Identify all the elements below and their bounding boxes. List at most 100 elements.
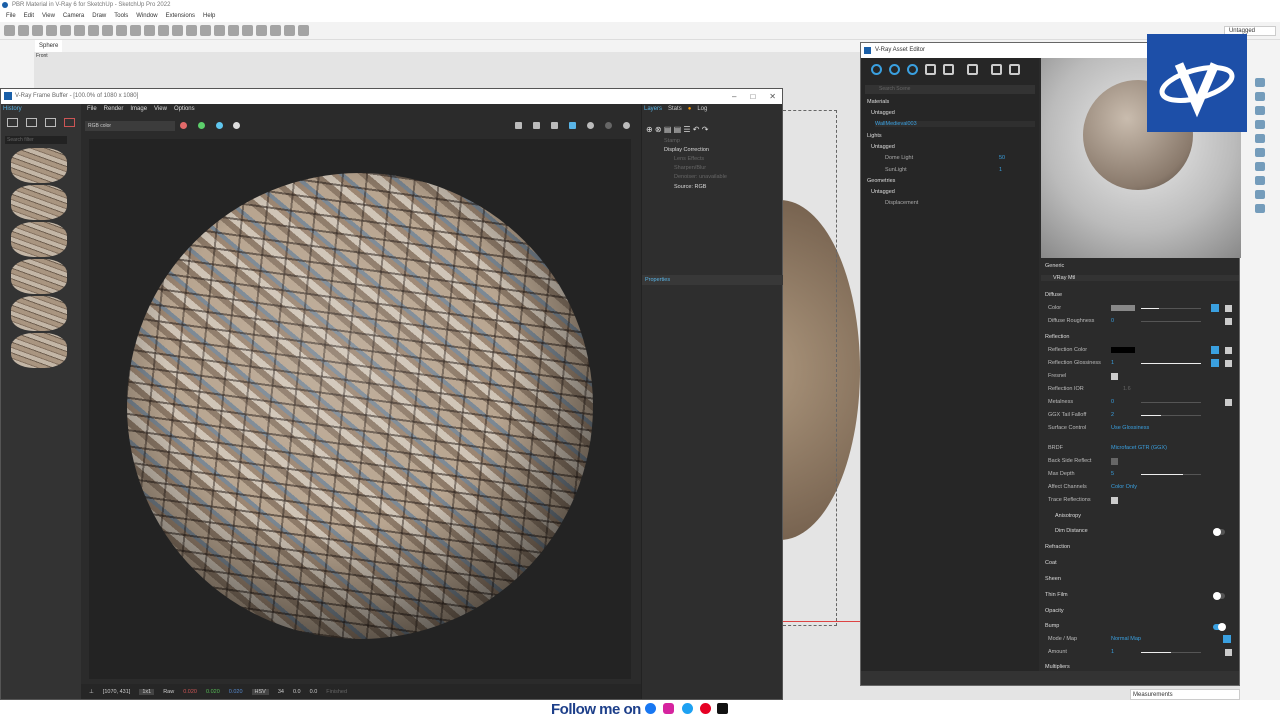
vray-render-icon[interactable] xyxy=(256,25,267,36)
undo-icon[interactable] xyxy=(102,25,113,36)
settings-icon[interactable] xyxy=(967,64,978,75)
delete-history-icon[interactable] xyxy=(64,118,75,127)
brdf-select[interactable]: Microfacet GTR (GGX) xyxy=(1111,445,1167,451)
redo-icon[interactable] xyxy=(116,25,127,36)
checkbox[interactable] xyxy=(1225,347,1232,354)
tool-icon[interactable] xyxy=(1255,134,1265,143)
layer-sharpen-blur[interactable]: Sharpen/Blur xyxy=(674,165,706,171)
history-thumbnail[interactable] xyxy=(11,296,67,331)
sheen-section[interactable]: Sheen xyxy=(1041,576,1239,582)
menu-view[interactable]: View xyxy=(42,10,55,22)
anisotropy-section[interactable]: Anisotropy xyxy=(1041,513,1239,519)
ab-compare-icon[interactable] xyxy=(26,118,37,127)
history-thumbnail[interactable] xyxy=(11,333,67,368)
refraction-section[interactable]: Refraction xyxy=(1041,544,1239,550)
ggx-tail-value[interactable]: 2 xyxy=(1111,412,1114,418)
map-button[interactable] xyxy=(1211,304,1219,312)
max-depth-value[interactable]: 5 xyxy=(1111,471,1114,477)
bump-mode-select[interactable]: Normal Map xyxy=(1111,636,1141,642)
bump-toggle[interactable] xyxy=(1213,623,1226,631)
tool-icon[interactable] xyxy=(214,25,225,36)
affect-channels-select[interactable]: Color Only xyxy=(1111,484,1137,490)
menu-window[interactable]: Window xyxy=(136,10,157,22)
dome-light-item[interactable]: Dome Light xyxy=(885,155,913,161)
back-side-checkbox[interactable] xyxy=(1111,458,1118,465)
erase-icon[interactable] xyxy=(88,25,99,36)
lens-icon[interactable] xyxy=(533,122,540,129)
render-canvas[interactable] xyxy=(89,139,631,679)
tag-untagged[interactable]: Untagged xyxy=(871,189,895,195)
sunlight-item[interactable]: SunLight xyxy=(885,167,907,173)
render-icon[interactable] xyxy=(587,122,594,129)
materials-icon[interactable] xyxy=(871,64,882,75)
stop-icon[interactable] xyxy=(605,122,612,129)
max-depth-slider[interactable] xyxy=(1141,474,1201,475)
surface-control-select[interactable]: Use Glossiness xyxy=(1111,425,1149,431)
dome-light-intensity[interactable]: 50 xyxy=(999,155,1005,161)
info-icon[interactable] xyxy=(144,25,155,36)
coat-section[interactable]: Coat xyxy=(1041,560,1239,566)
region-icon[interactable] xyxy=(569,122,576,129)
bump-section[interactable]: Bump xyxy=(1041,623,1239,629)
displacement-item[interactable]: Displacement xyxy=(885,200,918,206)
vfb-menu-view[interactable]: View xyxy=(154,106,167,112)
dim-distance-section[interactable]: Dim Distance xyxy=(1041,528,1239,534)
geometry-icon[interactable] xyxy=(907,64,918,75)
vray-mtl-header[interactable]: VRay Mtl xyxy=(1041,275,1239,281)
map-button[interactable] xyxy=(1211,346,1219,354)
tab-layers[interactable]: Layers xyxy=(644,106,662,112)
region-render-icon[interactable] xyxy=(515,122,522,129)
teapot-icon[interactable] xyxy=(284,25,295,36)
frame-buffer-icon[interactable] xyxy=(1009,64,1020,75)
material-item[interactable]: WallMedieval003 xyxy=(875,121,1035,127)
alpha-channel-icon[interactable] xyxy=(233,122,240,129)
checkbox[interactable] xyxy=(1225,360,1232,367)
menu-extensions[interactable]: Extensions xyxy=(166,10,195,22)
cut-icon[interactable] xyxy=(46,25,57,36)
bump-amount-value[interactable]: 1 xyxy=(1111,649,1114,655)
teapot-icon[interactable] xyxy=(623,122,630,129)
teapot-icon[interactable] xyxy=(298,25,309,36)
tool-icon[interactable] xyxy=(186,25,197,36)
teapot-icon[interactable] xyxy=(991,64,1002,75)
fresnel-checkbox[interactable] xyxy=(1111,373,1118,380)
glossiness-slider[interactable] xyxy=(1141,363,1201,364)
tab-log[interactable]: Log xyxy=(697,106,707,112)
layer-display-correction[interactable]: Display Correction xyxy=(664,147,709,153)
map-button[interactable] xyxy=(1211,359,1219,367)
diffuse-color-swatch[interactable] xyxy=(1111,305,1135,311)
history-thumbnail[interactable] xyxy=(11,185,67,220)
red-channel-icon[interactable] xyxy=(180,122,187,129)
checkbox[interactable] xyxy=(1225,399,1232,406)
textures-icon[interactable] xyxy=(943,64,954,75)
history-tab[interactable]: History xyxy=(3,106,22,112)
reflection-glossiness-value[interactable]: 1 xyxy=(1111,360,1114,366)
save-history-icon[interactable] xyxy=(7,118,18,127)
diffuse-color-slider[interactable] xyxy=(1141,308,1201,309)
track-mouse-icon[interactable] xyxy=(551,122,558,129)
bump-amount-slider[interactable] xyxy=(1141,652,1201,653)
layer-stamp[interactable]: Stamp xyxy=(664,138,680,144)
facebook-icon[interactable] xyxy=(645,703,656,714)
tool-icon[interactable] xyxy=(1255,120,1265,129)
multipliers-section[interactable]: Multipliers xyxy=(1041,664,1239,670)
tool-icon[interactable] xyxy=(1255,92,1265,101)
tool-icon[interactable] xyxy=(1255,176,1265,185)
close-icon[interactable]: ✕ xyxy=(769,89,776,104)
map-button[interactable] xyxy=(1223,635,1231,643)
instagram-icon[interactable] xyxy=(663,703,674,714)
ggx-slider[interactable] xyxy=(1141,415,1201,416)
thin-film-toggle[interactable] xyxy=(1213,592,1225,600)
thin-film-section[interactable]: Thin Film xyxy=(1041,592,1239,598)
history-thumbnail[interactable] xyxy=(11,148,67,183)
print-icon[interactable] xyxy=(130,25,141,36)
tool-icon[interactable] xyxy=(200,25,211,36)
history-thumbnail[interactable] xyxy=(11,222,67,257)
render-elements-icon[interactable] xyxy=(925,64,936,75)
tool-icon[interactable] xyxy=(1255,78,1265,87)
tool-icon[interactable] xyxy=(1255,148,1265,157)
pinterest-icon[interactable] xyxy=(700,703,711,714)
metalness-value[interactable]: 0 xyxy=(1111,399,1114,405)
color-mode[interactable]: Raw xyxy=(163,689,174,695)
reflection-ior-value[interactable]: 1.6 xyxy=(1123,386,1131,392)
